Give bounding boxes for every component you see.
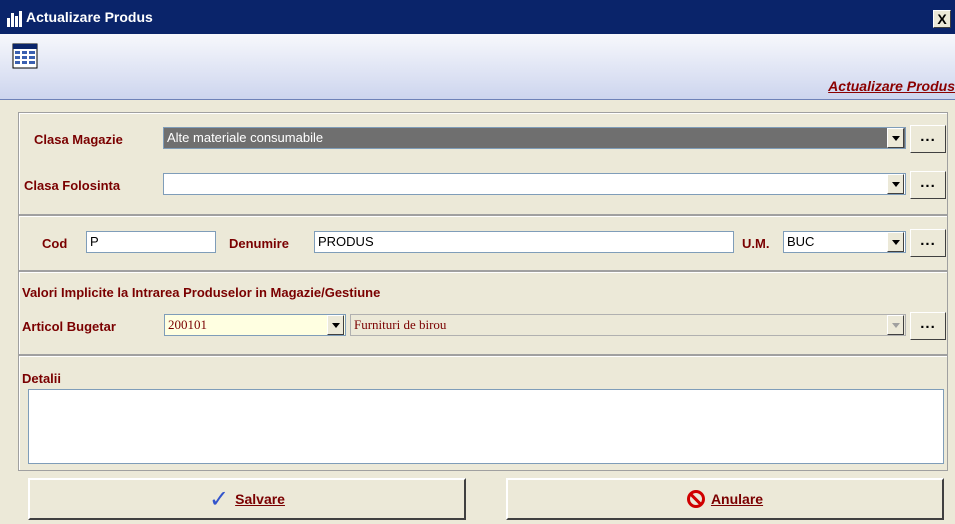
- close-button[interactable]: X: [933, 10, 951, 28]
- denumire-label: Denumire: [229, 236, 289, 251]
- valori-section-title: Valori Implicite la Intrarea Produselor …: [22, 285, 381, 300]
- clasa-magazie-label: Clasa Magazie: [34, 132, 123, 147]
- um-label: U.M.: [742, 236, 770, 251]
- clasa-magazie-select[interactable]: Alte materiale consumabile: [163, 127, 906, 149]
- app-chart-icon: [7, 11, 23, 27]
- denumire-input[interactable]: PRODUS: [314, 231, 734, 253]
- valori-panel: [18, 271, 948, 355]
- articol-code-dropdown-button[interactable]: [327, 315, 344, 335]
- form-header: Actualizare Produs: [0, 34, 955, 100]
- checkmark-icon: ✓: [209, 485, 230, 513]
- clasa-folosinta-dropdown-button[interactable]: [887, 174, 904, 194]
- cod-label: Cod: [42, 236, 68, 251]
- articol-code-select[interactable]: 200101: [164, 314, 346, 336]
- save-button[interactable]: ✓ Salvare: [28, 478, 466, 520]
- cod-input[interactable]: P: [86, 231, 216, 253]
- articol-name-select[interactable]: Furnituri de birou: [350, 314, 906, 336]
- cancel-button-label: Anulare: [710, 491, 764, 507]
- table-form-icon: [12, 43, 38, 69]
- um-browse-button[interactable]: ...: [910, 229, 946, 257]
- title-bar: Actualizare Produs X: [0, 0, 955, 34]
- clasa-magazie-dropdown-button[interactable]: [887, 128, 904, 148]
- articol-browse-button[interactable]: ...: [910, 312, 946, 340]
- detalii-textarea[interactable]: [28, 389, 944, 464]
- articol-bugetar-label: Articol Bugetar: [22, 319, 116, 334]
- um-dropdown-button[interactable]: [887, 232, 904, 252]
- header-title: Actualizare Produs: [828, 78, 955, 94]
- cancel-icon: [686, 490, 705, 508]
- cancel-button[interactable]: Anulare: [506, 478, 944, 520]
- clasa-folosinta-select[interactable]: [163, 173, 906, 195]
- save-button-label: Salvare: [235, 491, 285, 507]
- window-title: Actualizare Produs: [26, 9, 153, 25]
- clasa-folosinta-browse-button[interactable]: ...: [910, 171, 946, 199]
- articol-name-dropdown-button[interactable]: [887, 315, 904, 335]
- clasa-magazie-browse-button[interactable]: ...: [910, 125, 946, 153]
- detalii-label: Detalii: [22, 371, 62, 386]
- clasa-folosinta-label: Clasa Folosinta: [24, 178, 121, 193]
